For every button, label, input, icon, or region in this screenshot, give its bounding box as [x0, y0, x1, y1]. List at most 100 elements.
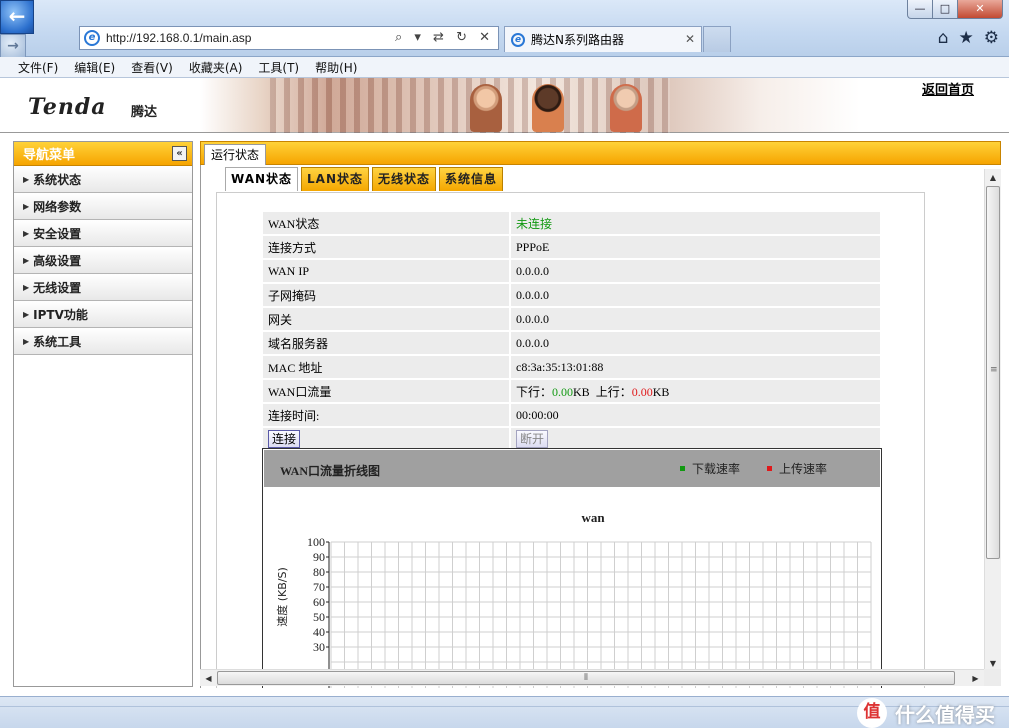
tab-close-icon[interactable]: ✕ — [685, 32, 695, 46]
table-row: WAN IP 0.0.0.0 — [263, 260, 880, 282]
triangle-right-icon: ▶ — [23, 255, 30, 265]
subtab-wan-status[interactable]: WAN状态 — [225, 167, 299, 191]
legend-red-square-icon — [767, 466, 772, 471]
scroll-left-icon[interactable]: ◀ — [200, 670, 217, 687]
vertical-scroll-thumb[interactable]: ≡ — [986, 186, 1000, 559]
download-label: 下行： — [516, 384, 553, 399]
favorites-star-icon[interactable]: ★ — [959, 28, 974, 48]
nav-item-label: 高级设置 — [33, 253, 82, 268]
forward-arrow-icon: → — [7, 38, 19, 54]
address-bar[interactable]: e http://192.168.0.1/main.asp ⌕ ▾ ⇄ ↻ ✕ — [79, 26, 499, 50]
return-home-link[interactable]: 返回首页 — [922, 79, 974, 98]
connect-button[interactable]: 连接 — [268, 430, 301, 448]
traffic-line-chart: wan 速度 (KB/S) 10090807060504030 — [275, 510, 872, 688]
nav-item-security[interactable]: ▶ 安全设置 — [14, 220, 192, 247]
chart-y-ticks: 10090807060504030 — [307, 535, 330, 688]
disconnect-button[interactable]: 断开 — [516, 430, 549, 448]
wan-ip-value: 0.0.0.0 — [511, 260, 880, 282]
menu-edit[interactable]: 编辑(E) — [66, 59, 123, 76]
tools-gear-icon[interactable]: ⚙ — [984, 28, 999, 48]
vertical-scrollbar[interactable]: ▲ ≡ ▼ — [984, 169, 1001, 672]
table-row: 连接 断开 — [263, 428, 880, 450]
triangle-right-icon: ▶ — [23, 228, 30, 238]
nav-header: 导航菜单 « — [14, 142, 192, 166]
window-controls: — □ ✕ — [907, 0, 1003, 19]
banner-person-3 — [610, 84, 642, 132]
home-icon[interactable]: ⌂ — [938, 28, 949, 48]
browser-titlebar: — □ ✕ ← → e http://192.168.0.1/main.asp … — [0, 0, 1009, 60]
legend-green-square-icon — [680, 466, 685, 471]
mac-value: c8:3a:35:13:01:88 — [511, 356, 880, 378]
subtab-wireless-status[interactable]: 无线状态 — [372, 167, 437, 191]
conn-type-value: PPPoE — [511, 236, 880, 258]
left-navigation: 导航菜单 « ▶ 系统状态 ▶ 网络参数 ▶ 安全设置 ▶ 高级设置 ▶ 无线设置 ▶ IP… — [13, 141, 193, 687]
url-text[interactable]: http://192.168.0.1/main.asp — [106, 31, 251, 45]
back-button[interactable]: ← — [0, 0, 34, 34]
maximize-button[interactable]: □ — [932, 0, 958, 19]
gateway-label: 网关 — [263, 308, 511, 330]
browser-menubar: 文件(F) 编辑(E) 查看(V) 收藏夹(A) 工具(T) 帮助(H) — [0, 57, 1009, 78]
main-header-bar: 运行状态 — [200, 141, 1001, 165]
back-arrow-icon: ← — [8, 4, 26, 28]
disconnect-cell: 断开 — [511, 428, 880, 450]
table-row: 域名服务器 0.0.0.0 — [263, 332, 880, 354]
y-tick-label: 90 — [313, 550, 325, 564]
wan-status-value: 未连接 — [511, 212, 880, 234]
browser-tab[interactable]: e 腾达N系列路由器 ✕ — [504, 26, 702, 52]
menu-tools[interactable]: 工具(T) — [250, 59, 307, 76]
scroll-right-icon[interactable]: ▶ — [967, 670, 984, 687]
subtab-system-info[interactable]: 系统信息 — [439, 167, 504, 191]
banner-person-1 — [470, 84, 502, 132]
nav-title: 导航菜单 — [23, 148, 76, 163]
y-tick-label: 30 — [313, 640, 325, 654]
chart-panel-title: WAN口流量折线图 — [280, 464, 381, 478]
nav-item-iptv[interactable]: ▶ IPTV功能 — [14, 301, 192, 328]
download-unit: KB — [573, 384, 590, 399]
nav-item-system-tools[interactable]: ▶ 系统工具 — [14, 328, 192, 355]
uptime-value: 00:00:00 — [511, 404, 880, 426]
tab-running-status[interactable]: 运行状态 — [204, 144, 267, 165]
main-content: WAN状态 LAN状态 无线状态 系统信息 WAN状态 未连接 连接方式 PPP… — [200, 165, 1001, 688]
nav-item-system-status[interactable]: ▶ 系统状态 — [14, 166, 192, 193]
browser-right-icons: ⌂ ★ ⚙ — [938, 28, 999, 48]
nav-item-label: IPTV功能 — [33, 307, 88, 322]
router-banner: Tenda 腾达 返回首页 — [0, 78, 1009, 133]
subtab-lan-status[interactable]: LAN状态 — [301, 167, 370, 191]
legend-download-label: 下载速率 — [692, 462, 741, 476]
collapse-nav-button[interactable]: « — [172, 146, 187, 161]
y-tick-label: 60 — [313, 595, 325, 609]
wan-status-label: WAN状态 — [263, 212, 511, 234]
banner-photo — [270, 78, 670, 133]
triangle-right-icon: ▶ — [23, 174, 30, 184]
y-tick-label: 70 — [313, 580, 325, 594]
address-tools-icons[interactable]: ⌕ ▾ ⇄ ↻ ✕ — [395, 30, 494, 45]
tab-title: 腾达N系列路由器 — [531, 33, 624, 47]
triangle-right-icon: ▶ — [23, 282, 30, 292]
legend-upload: 上传速率 — [767, 460, 827, 477]
minimize-button[interactable]: — — [907, 0, 933, 19]
wan-status-panel: WAN状态 未连接 连接方式 PPPoE WAN IP 0.0.0.0 子网掩码… — [216, 192, 925, 688]
nav-item-wireless[interactable]: ▶ 无线设置 — [14, 274, 192, 301]
horizontal-scrollbar[interactable]: ◀ ⦀ ▶ — [200, 669, 984, 686]
close-window-button[interactable]: ✕ — [957, 0, 1003, 19]
menu-view[interactable]: 查看(V) — [123, 59, 181, 76]
upload-label: 上行： — [595, 384, 632, 399]
upload-value: 0.00 — [631, 384, 653, 399]
new-tab-button[interactable] — [703, 26, 731, 52]
menu-help[interactable]: 帮助(H) — [307, 59, 365, 76]
horizontal-scroll-thumb[interactable]: ⦀ — [217, 671, 955, 685]
chart-grid — [330, 541, 872, 688]
wan-status-table: WAN状态 未连接 连接方式 PPPoE WAN IP 0.0.0.0 子网掩码… — [263, 210, 880, 452]
scroll-up-icon[interactable]: ▲ — [985, 169, 1001, 186]
uptime-label: 连接时间: — [263, 404, 511, 426]
chart-title: wan — [581, 510, 605, 525]
menu-favorites[interactable]: 收藏夹(A) — [181, 59, 251, 76]
menu-file[interactable]: 文件(F) — [10, 59, 66, 76]
mac-label: MAC 地址 — [263, 356, 511, 378]
scroll-corner — [984, 669, 1001, 686]
triangle-right-icon: ▶ — [23, 309, 30, 319]
dns-label: 域名服务器 — [263, 332, 511, 354]
nav-item-network-params[interactable]: ▶ 网络参数 — [14, 193, 192, 220]
tenda-logo: Tenda — [28, 94, 107, 120]
nav-item-advanced[interactable]: ▶ 高级设置 — [14, 247, 192, 274]
